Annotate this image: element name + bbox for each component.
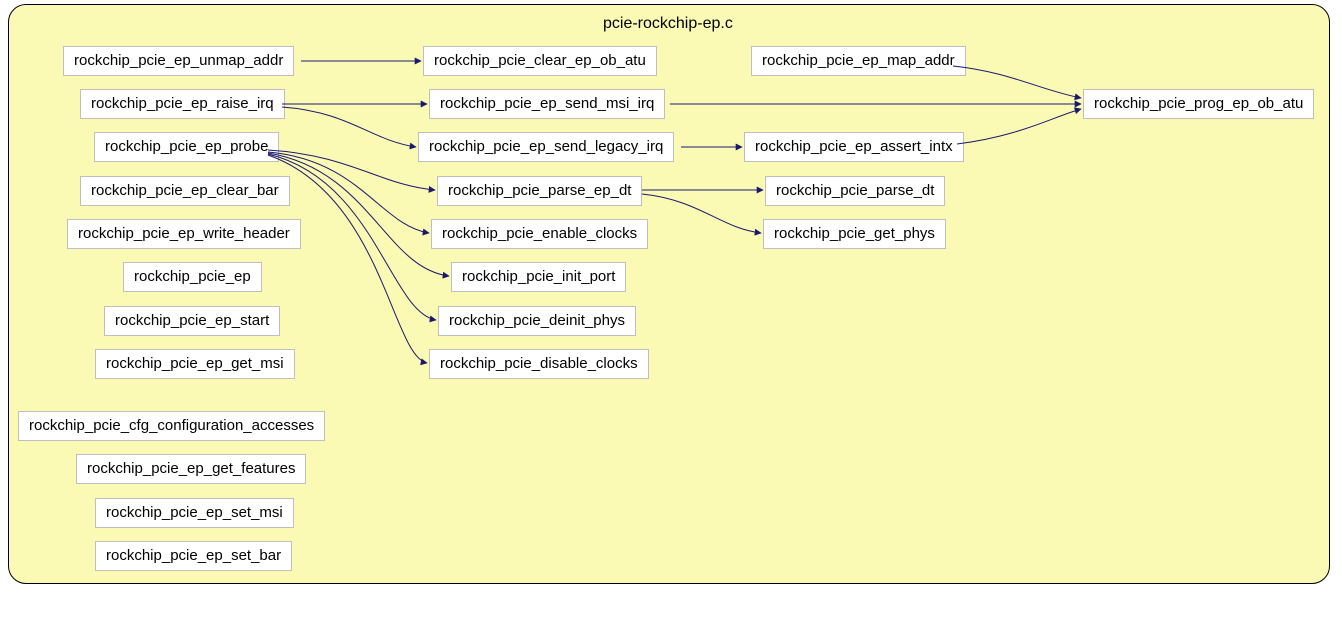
- node-parse-dt[interactable]: rockchip_pcie_parse_dt: [765, 176, 945, 206]
- node-send-msi[interactable]: rockchip_pcie_ep_send_msi_irq: [429, 89, 665, 119]
- node-init-port[interactable]: rockchip_pcie_init_port: [451, 262, 626, 292]
- module-title: pcie-rockchip-ep.c: [603, 15, 733, 33]
- node-prog-ob-atu[interactable]: rockchip_pcie_prog_ep_ob_atu: [1083, 89, 1314, 119]
- node-get-phys[interactable]: rockchip_pcie_get_phys: [763, 219, 946, 249]
- node-disable-clocks[interactable]: rockchip_pcie_disable_clocks: [429, 349, 649, 379]
- node-unmap-addr[interactable]: rockchip_pcie_ep_unmap_addr: [63, 46, 294, 76]
- node-assert-intx[interactable]: rockchip_pcie_ep_assert_intx: [744, 132, 964, 162]
- node-cfg-accesses[interactable]: rockchip_pcie_cfg_configuration_accesses: [18, 411, 325, 441]
- diagram-canvas: pcie-rockchip-ep.c rockchip_pcie_ep_unma…: [0, 0, 1342, 632]
- node-ep-get-msi[interactable]: rockchip_pcie_ep_get_msi: [95, 349, 295, 379]
- node-get-features[interactable]: rockchip_pcie_ep_get_features: [76, 454, 306, 484]
- node-write-header[interactable]: rockchip_pcie_ep_write_header: [67, 219, 301, 249]
- node-clear-bar[interactable]: rockchip_pcie_ep_clear_bar: [80, 176, 290, 206]
- node-clear-ob-atu[interactable]: rockchip_pcie_clear_ep_ob_atu: [423, 46, 657, 76]
- node-send-legacy[interactable]: rockchip_pcie_ep_send_legacy_irq: [418, 132, 674, 162]
- node-ep-start[interactable]: rockchip_pcie_ep_start: [104, 306, 280, 336]
- node-raise-irq[interactable]: rockchip_pcie_ep_raise_irq: [80, 89, 285, 119]
- node-enable-clocks[interactable]: rockchip_pcie_enable_clocks: [431, 219, 648, 249]
- node-set-bar[interactable]: rockchip_pcie_ep_set_bar: [95, 541, 292, 571]
- node-deinit-phys[interactable]: rockchip_pcie_deinit_phys: [438, 306, 636, 336]
- node-ep[interactable]: rockchip_pcie_ep: [123, 262, 262, 292]
- node-map-addr[interactable]: rockchip_pcie_ep_map_addr: [751, 46, 966, 76]
- node-parse-ep-dt[interactable]: rockchip_pcie_parse_ep_dt: [437, 176, 642, 206]
- node-set-msi[interactable]: rockchip_pcie_ep_set_msi: [95, 498, 294, 528]
- node-probe[interactable]: rockchip_pcie_ep_probe: [94, 132, 279, 162]
